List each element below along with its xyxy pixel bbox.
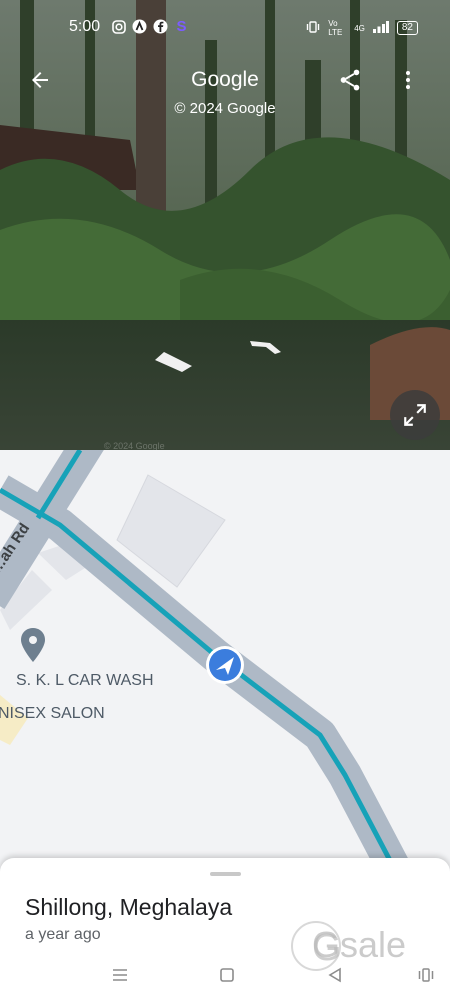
street-view-title: Google bbox=[191, 68, 259, 91]
vibrate-icon bbox=[306, 21, 320, 35]
place-name: Shillong, Meghalaya bbox=[25, 894, 233, 920]
battery-indicator: 82 bbox=[396, 21, 418, 35]
system-nav-bar bbox=[0, 955, 450, 995]
more-options-button[interactable] bbox=[386, 58, 430, 102]
place-pin-icon bbox=[21, 628, 45, 662]
sheet-drag-handle[interactable] bbox=[210, 872, 241, 876]
map-canvas[interactable] bbox=[0, 450, 450, 880]
map-view[interactable]: …ah Rd S. K. L CAR WASH NISEX SALON bbox=[0, 450, 450, 880]
menu-icon bbox=[113, 969, 127, 981]
square-icon bbox=[220, 968, 234, 982]
signal-icon bbox=[372, 21, 389, 35]
vibrate-phone-icon bbox=[418, 968, 434, 982]
image-watermark: © 2024 Google bbox=[104, 441, 165, 450]
a-icon bbox=[132, 19, 147, 34]
capture-age: a year ago bbox=[25, 926, 101, 943]
triangle-back-icon bbox=[328, 967, 341, 983]
s-icon: S bbox=[176, 18, 187, 35]
facebook-icon bbox=[153, 19, 168, 34]
rotate-button[interactable] bbox=[414, 963, 438, 987]
status-time: 5:00 bbox=[69, 18, 101, 35]
location-marker-icon bbox=[206, 646, 244, 684]
back-nav-button[interactable] bbox=[323, 963, 347, 987]
status-bar: 5:00 S Vo LTE 4G 82 bbox=[0, 0, 450, 52]
status-right: Vo LTE 4G 82 bbox=[306, 19, 418, 37]
share-button[interactable] bbox=[328, 58, 372, 102]
more-vert-icon bbox=[406, 71, 410, 89]
instagram-icon bbox=[111, 19, 126, 34]
network-type: 4G bbox=[354, 23, 365, 33]
expand-button[interactable] bbox=[390, 390, 440, 440]
share-icon bbox=[340, 69, 360, 91]
recents-button[interactable] bbox=[108, 963, 132, 987]
street-view-copyright: © 2024 Google bbox=[174, 100, 276, 117]
street-view-panorama[interactable]: 5:00 S Vo LTE 4G 82 Google © 2024 Google… bbox=[0, 0, 450, 450]
place-label-salon[interactable]: NISEX SALON bbox=[0, 705, 105, 723]
expand-icon bbox=[404, 404, 426, 426]
home-button[interactable] bbox=[215, 963, 239, 987]
status-app-icons: S bbox=[111, 18, 189, 35]
volte-label: Vo LTE bbox=[328, 19, 343, 37]
place-label-car-wash[interactable]: S. K. L CAR WASH bbox=[16, 672, 154, 690]
